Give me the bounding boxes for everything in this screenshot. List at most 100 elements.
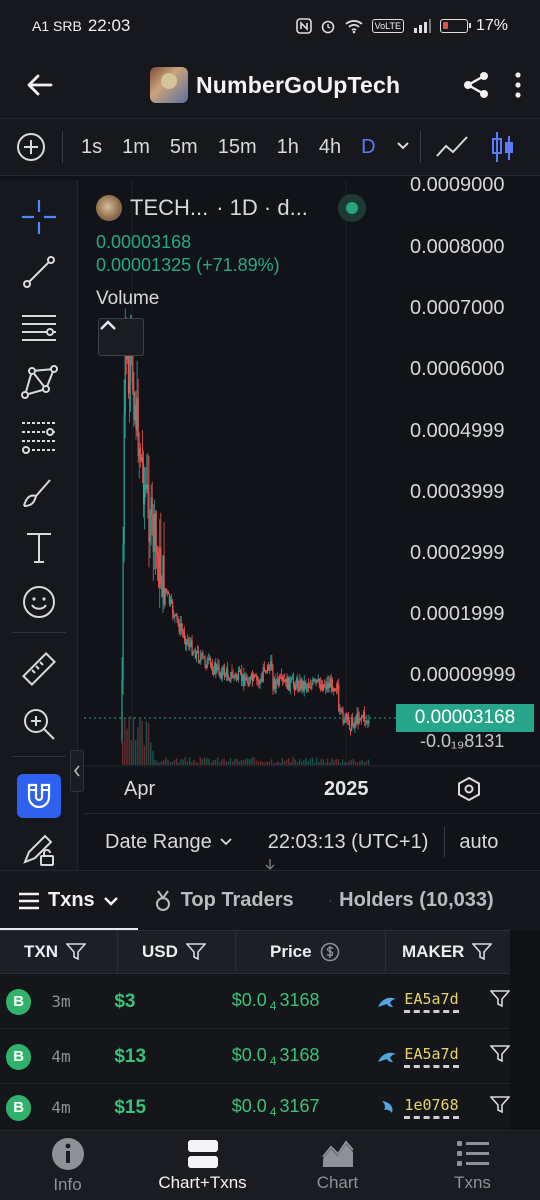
candle-body	[330, 679, 332, 688]
table-row[interactable]: B 4m $13 $0.0 4 3168 EA5a7d	[0, 1030, 511, 1084]
more-vertical-icon[interactable]	[514, 72, 522, 98]
column-txn[interactable]: TXN	[0, 931, 118, 973]
trend-line-tool[interactable]	[17, 250, 61, 294]
candle-body	[269, 667, 271, 671]
filter-icon[interactable]	[185, 943, 206, 961]
price-digits: 3168	[279, 1045, 320, 1065]
volume-bar	[346, 762, 348, 765]
volume-bar	[169, 761, 171, 765]
table-row[interactable]: B 4m $15 $0.0 4 3167 1e0768	[0, 1085, 511, 1130]
filter-maker-button[interactable]	[489, 1096, 511, 1119]
candle-body	[206, 659, 208, 669]
measure-tool[interactable]	[17, 647, 61, 691]
candle-body	[177, 619, 179, 624]
tab-txns[interactable]: Txns	[0, 889, 119, 912]
pattern-tool[interactable]	[17, 360, 61, 404]
toolbar-collapse-handle[interactable]	[70, 750, 84, 792]
timeframe-4h[interactable]: 4h	[309, 136, 351, 159]
lock-drawings-tool[interactable]	[17, 828, 61, 872]
emoji-tool[interactable]	[17, 580, 61, 624]
nav-info[interactable]: Info	[0, 1131, 135, 1200]
line-chart-type-icon[interactable]	[435, 134, 469, 160]
column-price[interactable]: Price	[236, 931, 386, 973]
volume-bar	[272, 762, 275, 765]
candle-body	[361, 717, 364, 719]
dollar-circle-icon[interactable]	[320, 942, 340, 962]
volume-bar	[318, 761, 320, 765]
maker-cell[interactable]: 1e0768	[376, 1096, 484, 1119]
candle-body	[148, 492, 150, 542]
share-icon[interactable]	[462, 70, 490, 100]
brush-tool[interactable]	[17, 470, 61, 514]
volume-bar	[341, 759, 344, 765]
text-icon	[27, 533, 51, 563]
filter-icon[interactable]	[66, 943, 86, 961]
volume-bar	[216, 757, 219, 765]
filter-maker-button[interactable]	[489, 1045, 511, 1068]
maker-address[interactable]: EA5a7d	[404, 990, 459, 1013]
candle-body	[210, 663, 213, 667]
timeframe-d[interactable]: D	[351, 136, 385, 159]
candle-body	[276, 678, 278, 682]
timeframe-1m[interactable]: 1m	[112, 136, 160, 159]
volume-bar	[141, 720, 143, 765]
volume-bar	[300, 761, 303, 765]
volume-bar	[126, 728, 128, 765]
candle-body	[256, 675, 258, 681]
crosshair-tool[interactable]	[17, 195, 61, 239]
text-tool[interactable]	[17, 525, 61, 569]
nav-txns[interactable]: Txns	[405, 1131, 540, 1200]
volume-bar	[352, 758, 355, 765]
volume-bar	[322, 759, 324, 765]
nav-chart[interactable]: Chart	[270, 1131, 405, 1200]
volume-bar	[134, 740, 137, 765]
timeframe-1h[interactable]: 1h	[267, 136, 309, 159]
timeframe-1s[interactable]: 1s	[71, 136, 112, 159]
candle-body	[282, 676, 284, 681]
tab-top-traders[interactable]: Top Traders	[119, 889, 294, 912]
timeframe-15m[interactable]: 15m	[208, 136, 267, 159]
maker-address[interactable]: EA5a7d	[404, 1045, 459, 1068]
table-row[interactable]: B 3m $3 $0.0 4 3168 EA5a7d	[0, 975, 511, 1029]
candle-body	[263, 667, 265, 672]
volume-bar	[160, 761, 163, 765]
candle-body	[352, 717, 354, 725]
date-range-bar: Date Range 22:03:13 (UTC+1) auto	[84, 813, 540, 870]
candle-body	[342, 711, 344, 723]
volume-bar	[201, 759, 204, 765]
date-range-dropdown[interactable]: Date Range	[84, 831, 232, 854]
nav-chart-txns[interactable]: Chart+Txns	[135, 1131, 270, 1200]
candle-body	[260, 678, 262, 682]
volume-bar	[214, 759, 217, 765]
zoom-tool[interactable]	[17, 702, 61, 746]
chevron-left-icon	[73, 765, 80, 777]
chart-clock[interactable]: 22:03:13 (UTC+1)	[268, 831, 429, 854]
tab-holders[interactable]: Holders (10,033)	[294, 889, 494, 912]
auto-scale-toggle[interactable]: auto	[459, 831, 498, 854]
filter-icon[interactable]	[472, 943, 493, 961]
fib-tool[interactable]	[17, 415, 61, 459]
candle-body	[311, 684, 313, 689]
maker-address[interactable]: 1e0768	[404, 1096, 459, 1119]
price-chart[interactable]: TECH... · 1D · d... 0.00003168 0.0000132…	[84, 174, 540, 813]
collapse-legend-button[interactable]	[98, 318, 144, 356]
horizontal-lines-tool[interactable]	[17, 305, 61, 349]
tab-top-traders-label: Top Traders	[180, 889, 294, 911]
column-usd[interactable]: USD	[118, 931, 236, 973]
maker-cell[interactable]: EA5a7d	[376, 1045, 484, 1068]
timeframe-dropdown[interactable]	[386, 138, 420, 156]
filter-maker-button[interactable]	[489, 990, 511, 1013]
volume-bar	[294, 759, 296, 765]
candle-body	[334, 688, 337, 691]
candle-body	[340, 709, 342, 711]
timeframe-5m[interactable]: 5m	[160, 136, 208, 159]
column-maker[interactable]: MAKER	[386, 931, 510, 973]
magnet-mode-tool[interactable]	[17, 774, 61, 818]
back-button[interactable]	[0, 52, 78, 118]
volume-bar	[145, 721, 148, 765]
add-indicator-button[interactable]	[0, 132, 62, 162]
volume-bar	[365, 761, 368, 765]
candlestick-type-icon[interactable]	[491, 130, 515, 164]
candle-body	[241, 672, 243, 682]
maker-cell[interactable]: EA5a7d	[376, 990, 484, 1013]
